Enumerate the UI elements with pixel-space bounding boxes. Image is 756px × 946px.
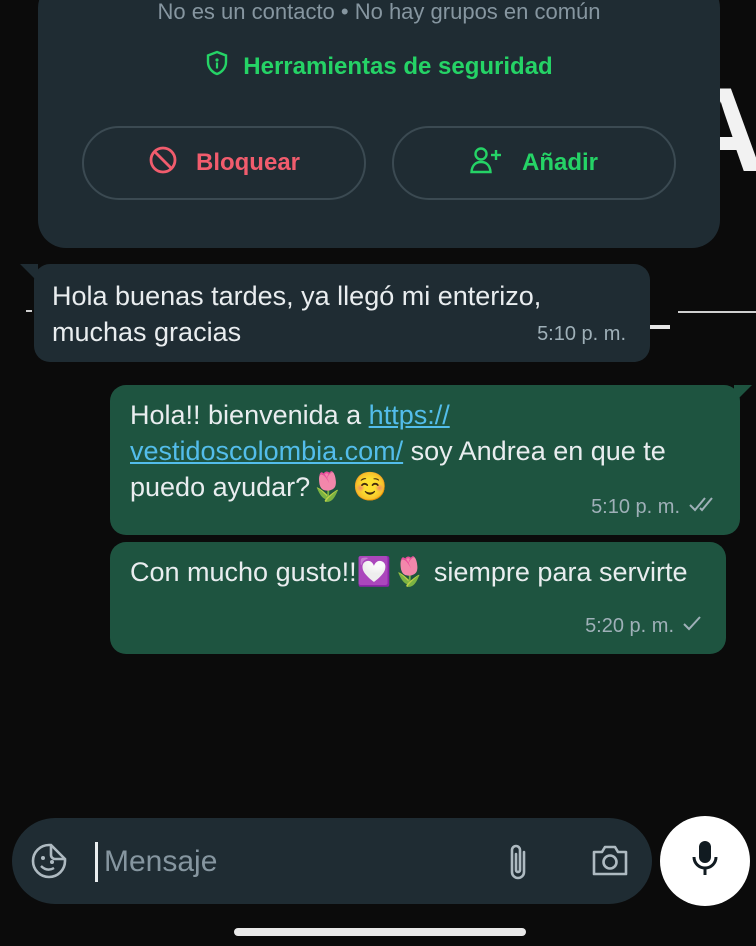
background-line: [650, 325, 670, 329]
add-contact-button[interactable]: Añadir: [392, 126, 676, 200]
message-meta: 5:20 p. m.: [585, 608, 702, 644]
contact-status-text: No es un contacto • No hay grupos en com…: [157, 0, 601, 24]
home-indicator[interactable]: [234, 928, 526, 936]
tulip-emoji: 🌷: [310, 471, 346, 502]
double-check-icon: [688, 489, 716, 525]
message-text: Hola buenas tardes, ya llegó mi enterizo…: [52, 281, 542, 347]
message-text: Hola!! bienvenida a: [130, 400, 369, 430]
tulip-emoji: 🌷: [391, 556, 427, 587]
add-contact-label: Añadir: [521, 149, 598, 176]
message-text-after: siempre para servirte: [426, 557, 688, 587]
message-meta: 5:10 p. m.: [591, 489, 716, 525]
text-caret: [95, 842, 98, 882]
attach-icon[interactable]: [504, 840, 532, 889]
security-tools-link[interactable]: Herramientas de seguridad: [38, 50, 720, 83]
block-icon: [148, 145, 178, 182]
check-icon: [682, 608, 702, 644]
message-link-part1: https://: [368, 400, 450, 430]
contact-info-card: No es un contacto • No hay grupos en com…: [38, 0, 720, 248]
message-time: 5:10 p. m.: [591, 496, 680, 518]
background-line: [678, 311, 756, 313]
incoming-message[interactable]: Hola buenas tardes, ya llegó mi enterizo…: [20, 264, 650, 362]
message-meta: 5:10 p. m.: [537, 316, 626, 352]
message-input[interactable]: [102, 838, 486, 886]
sticker-icon[interactable]: [30, 842, 68, 885]
outgoing-message[interactable]: Hola!! bienvenida a https:// vestidoscolo…: [110, 385, 752, 535]
microphone-icon: [690, 839, 720, 884]
camera-icon[interactable]: [590, 842, 630, 883]
block-label: Bloquear: [195, 149, 300, 176]
message-composer: [12, 818, 652, 904]
shield-icon: [205, 50, 229, 83]
add-person-icon: [470, 146, 504, 181]
message-time: 5:10 p. m.: [537, 323, 626, 345]
background-line: [26, 310, 32, 312]
outgoing-message[interactable]: Con mucho gusto!!💟🌷 siempre para servirt…: [110, 542, 726, 654]
block-button[interactable]: Bloquear: [82, 126, 366, 200]
security-tools-label: Herramientas de seguridad: [243, 52, 553, 80]
smile-emoji: ☺️: [352, 471, 388, 502]
voice-message-button[interactable]: [660, 816, 750, 906]
message-link-part2: vestidoscolombia.com/: [130, 436, 404, 466]
heart-emoji: 💟: [356, 556, 392, 587]
message-time: 5:20 p. m.: [585, 615, 674, 637]
message-text: Con mucho gusto!!: [130, 557, 357, 587]
